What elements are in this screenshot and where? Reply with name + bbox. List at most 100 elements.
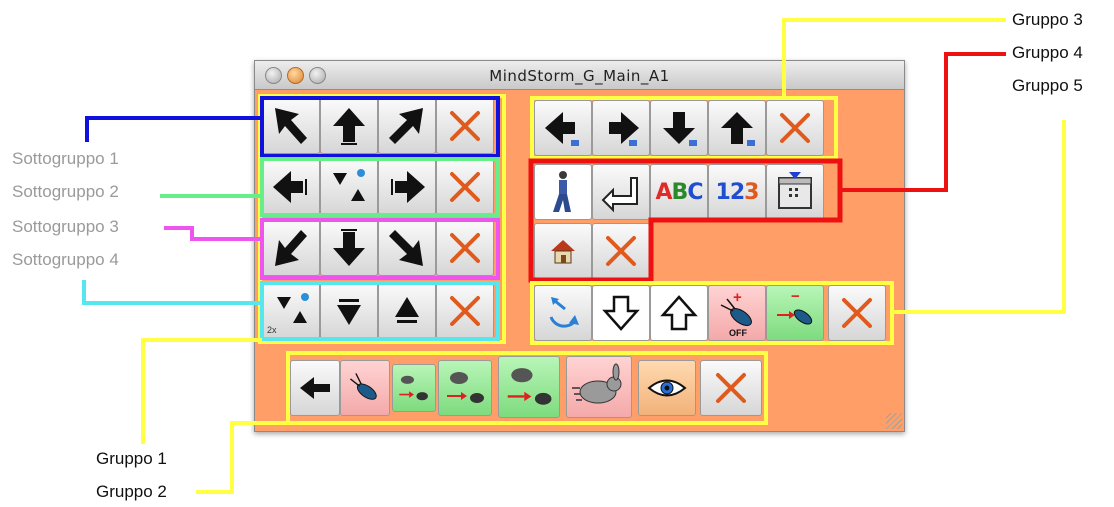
close-icon [450,296,480,326]
sottogruppo-3-label: Sottogruppo 3 [12,217,119,236]
camera-up-button[interactable] [708,100,766,156]
cancel-sub1-button[interactable] [436,98,494,154]
gruppo-5-connector [894,310,1066,314]
beetle-medium-button[interactable] [438,360,492,416]
up-outline-button[interactable] [650,285,708,341]
diagonal-down-right-button[interactable] [378,220,436,276]
diagonal-down-left-button[interactable] [262,220,320,276]
gruppo-1-label: Gruppo 1 [96,449,167,468]
beetle-flying-icon [447,372,484,403]
sottogruppo-4-connector [82,301,262,305]
arrow-down-icon [663,112,697,146]
close-icon [450,111,480,141]
beetle-icon [350,373,377,400]
arrow-down-left-icon [275,230,307,266]
gruppo-4-connector-vertical [944,52,948,192]
arrow-up-left-icon [275,108,307,144]
gruppo-2-connector-top [230,421,290,425]
arrow-left-icon [545,112,579,146]
arrow-down-right-icon [389,230,423,266]
gruppo-3-connector [782,18,1006,22]
rotate-arrows-icon [333,169,365,201]
backward-button[interactable] [320,220,378,276]
gruppo-2-connector [196,490,234,494]
beetle-large-button[interactable] [498,356,560,418]
forward-button[interactable] [320,98,378,154]
camera-right-button[interactable] [592,100,650,156]
arrow-down-outline-icon [602,295,640,331]
cancel-gruppo3-button[interactable] [766,100,824,156]
gruppo-3-label: Gruppo 3 [1012,10,1083,29]
arrow-down-icon [333,229,365,266]
rotate-arrows-icon [549,297,579,328]
gruppo-5-label: Gruppo 5 [1012,76,1083,95]
arrow-up-icon [333,108,365,145]
gruppo-3-connector-vertical [782,18,786,98]
arrow-up-icon [721,112,755,146]
title-bar[interactable]: MindStorm_G_Main_A1 [255,61,904,90]
cancel-sub4-button[interactable] [436,283,494,339]
small-down-button[interactable] [320,283,378,339]
gruppo-1-connector [141,338,262,342]
arrow-left-icon [273,171,307,203]
speed-down-button[interactable]: − [766,285,824,341]
turn-right-button[interactable] [378,159,436,215]
beetle-stop-button[interactable] [340,360,390,416]
down-outline-button[interactable] [592,285,650,341]
gruppo-4-label: Gruppo 4 [1012,43,1083,62]
diagonal-up-right-button[interactable] [378,98,436,154]
close-icon [450,172,480,202]
rotate-2x-button[interactable]: 2x [262,283,320,339]
cancel-sub2-button[interactable] [436,159,494,215]
sottogruppo-2-connector [160,194,262,198]
diagonal-up-left-button[interactable] [262,98,320,154]
arrow-up-outline-icon [660,295,698,331]
arrow-left-icon [300,377,330,399]
beetle-small-button[interactable] [392,364,436,412]
view-eye-button[interactable] [638,360,696,416]
resize-handle[interactable] [886,413,902,429]
turn-left-button[interactable] [262,159,320,215]
camera-down-button[interactable] [650,100,708,156]
plus-label: + [733,289,742,306]
close-icon [780,113,810,143]
triangle-down-icon [337,299,361,325]
back-arrow-button[interactable] [290,360,340,416]
gruppo-2-label: Gruppo 2 [96,482,167,501]
close-icon [842,298,872,328]
rabbit-icon [572,363,622,404]
cancel-gruppo2-button[interactable] [700,360,762,416]
arrow-up-right-icon [389,108,423,144]
sottogruppo-1-connector-vertical [85,116,89,142]
arrow-right-icon [609,112,639,146]
off-label: OFF [729,328,747,338]
fast-rabbit-button[interactable] [566,356,632,418]
close-icon [716,373,746,403]
speed-up-off-button[interactable]: + OFF [708,285,766,341]
close-icon [450,233,480,263]
cancel-gruppo5-button[interactable] [828,285,886,341]
cancel-sub3-button[interactable] [436,220,494,276]
rotate-camera-button[interactable] [534,285,592,341]
minus-label: − [791,288,800,305]
sottogruppo-4-label: Sottogruppo 4 [12,250,119,269]
sottogruppo-1-label: Sottogruppo 1 [12,149,119,168]
sottogruppo-3-connector-c [190,237,262,241]
eye-icon [647,379,687,397]
camera-left-button[interactable] [534,100,592,156]
two-x-label: 2x [267,325,277,335]
triangle-up-icon [395,297,419,323]
arrow-right-icon [391,171,425,203]
sottogruppo-1-connector [85,116,264,120]
gruppo-4-frame [528,158,843,283]
small-up-button[interactable] [378,283,436,339]
gruppo-1-connector-vertical [141,338,145,444]
gruppo-4-connector [944,52,1006,56]
window-title: MindStorm_G_Main_A1 [489,67,670,85]
rotate-button[interactable] [320,159,378,215]
sottogruppo-2-label: Sottogruppo 2 [12,182,119,201]
beetle-flying-icon [399,375,428,401]
gruppo-4-connector-bottom [838,188,948,192]
gruppo-5-connector-vertical [1062,120,1066,314]
gruppo-2-connector-vertical [230,421,234,494]
